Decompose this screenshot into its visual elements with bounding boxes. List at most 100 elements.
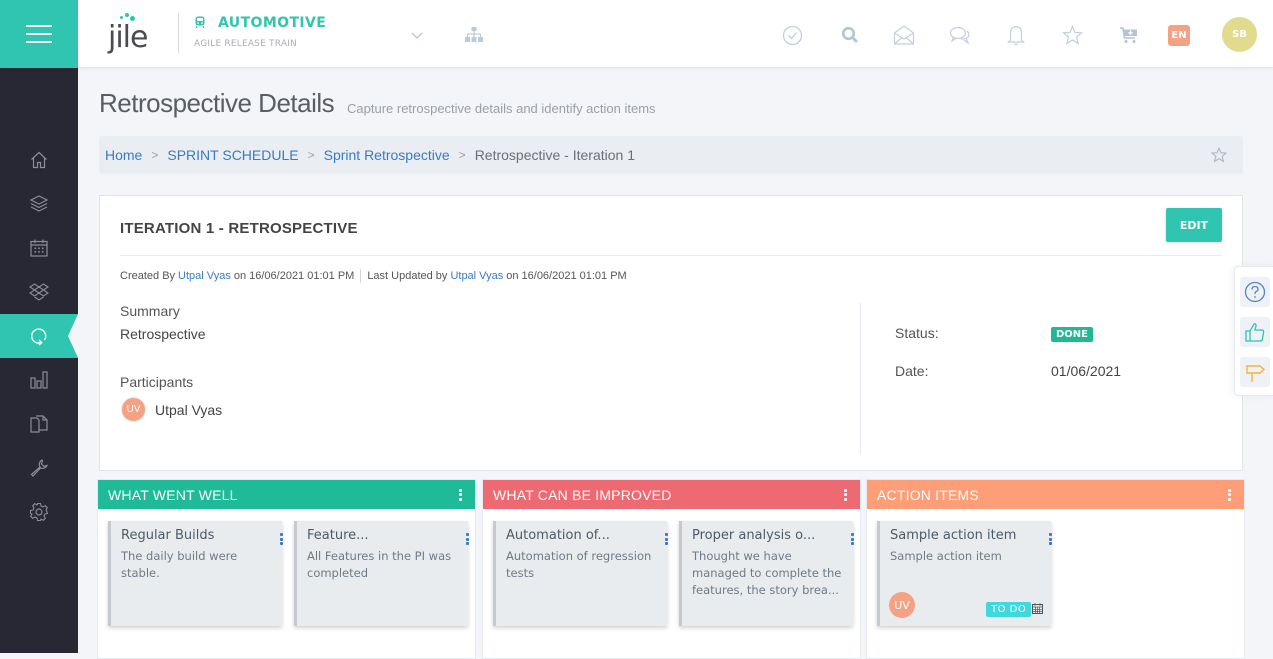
sidebar [0,68,78,653]
sidebar-item-retrospective[interactable] [0,314,78,358]
sidebar-item-layers[interactable] [0,182,78,226]
updated-on: on 16/06/2021 01:01 PM [506,270,627,282]
top-bar: jile AUTOMOTIVE AGILE RELEASE TRAIN EN S… [0,0,1273,68]
train-icon [195,16,205,28]
assignee-avatar[interactable]: UV [889,592,915,618]
note-body: The daily build were stable. [121,549,238,580]
retro-note[interactable]: Regular Builds The daily build were stab… [108,521,283,626]
sidebar-item-tools[interactable] [0,446,78,490]
breadcrumb-separator: > [151,148,159,162]
retrospective-title: ITERATION 1 - RETROSPECTIVE [120,220,358,237]
thumbs-up-icon [1245,323,1265,342]
breadcrumb-sprint-schedule[interactable]: SPRINT SCHEDULE [167,147,298,163]
bar-chart-icon [30,371,48,389]
participants-label: Participants [120,374,194,390]
refresh-cycle-icon [31,328,47,346]
sidebar-item-home[interactable] [0,138,78,182]
check-circle-icon[interactable] [781,24,803,46]
project-name[interactable]: AUTOMOTIVE [218,15,326,31]
participant-name: Utpal Vyas [155,401,223,418]
chevron-down-icon[interactable] [411,30,423,40]
menu-toggle-button[interactable] [0,0,78,68]
column-what-went-well: WHAT WENT WELL Regular Builds The daily … [97,479,476,659]
column-header: WHAT CAN BE IMPROVED [483,480,860,509]
column-header: WHAT WENT WELL [98,480,475,509]
note-menu-icon[interactable] [1045,532,1055,546]
audit-info: Created By Utpal Vyas on 16/06/2021 01:0… [120,269,627,283]
date-label: Date: [895,363,929,379]
summary-label: Summary [120,303,180,319]
retro-note[interactable]: Proper analysis o... Thought we have man… [679,521,854,626]
hierarchy-icon[interactable] [464,26,484,44]
breadcrumb-home[interactable]: Home [105,147,142,163]
column-menu-icon[interactable] [1224,488,1234,502]
help-icon [1244,281,1266,303]
participant-avatar: UV [121,397,146,422]
updated-by-label: Last Updated by [367,270,448,282]
note-body: Sample action item [890,549,1002,563]
date-value: 01/06/2021 [1051,363,1122,379]
project-subtitle: AGILE RELEASE TRAIN [194,39,297,49]
note-menu-icon[interactable] [847,532,857,546]
help-button[interactable] [1240,277,1270,307]
cart-icon[interactable] [1118,24,1140,46]
search-icon[interactable] [839,24,861,46]
page-title: Retrospective Details [99,88,335,118]
column-header: ACTION ITEMS [867,480,1244,509]
sidebar-item-documents[interactable] [0,402,78,446]
vertical-divider [860,303,861,455]
user-avatar[interactable]: SB [1222,17,1257,52]
logo-divider [178,13,179,53]
page-subtitle: Capture retrospective details and identi… [347,101,656,116]
calendar-icon[interactable] [1032,603,1043,614]
column-title: ACTION ITEMS [877,486,979,503]
created-by-user-link[interactable]: Utpal Vyas [178,270,231,282]
breadcrumb-sprint-retrospective[interactable]: Sprint Retrospective [324,147,450,163]
updated-by-user-link[interactable]: Utpal Vyas [450,270,503,282]
note-menu-icon[interactable] [276,532,286,546]
note-title: Sample action item [890,528,1017,543]
breadcrumb-separator: > [458,148,466,162]
note-title: Proper analysis o... [692,528,816,543]
feedback-button[interactable] [1240,317,1270,347]
jile-logo[interactable]: jile [106,12,162,56]
star-icon[interactable] [1061,24,1083,46]
guide-button[interactable] [1240,357,1270,387]
breadcrumb: Home > SPRINT SCHEDULE > Sprint Retrospe… [99,136,1243,174]
column-title: WHAT CAN BE IMPROVED [493,486,672,503]
status-badge: DONE [1051,327,1094,342]
layers-icon [29,195,49,212]
note-body: Automation of regression tests [506,549,652,580]
bell-icon[interactable] [1005,24,1027,46]
wrench-icon [30,459,49,477]
home-icon [31,151,47,169]
column-menu-icon[interactable] [840,488,850,502]
note-menu-icon[interactable] [661,532,671,546]
column-action-items: ACTION ITEMS Sample action item Sample a… [866,479,1245,659]
sidebar-item-settings[interactable] [0,490,78,534]
language-badge[interactable]: EN [1168,25,1190,46]
note-menu-icon[interactable] [462,532,472,546]
status-label: Status: [895,325,939,341]
gear-icon [29,502,49,522]
sidebar-item-calendar[interactable] [0,226,78,270]
logo-dot [120,16,123,19]
documents-icon [30,415,48,433]
favorite-star-icon[interactable] [1211,147,1227,163]
note-body: All Features in the PI was completed [307,549,452,580]
sidebar-item-reports[interactable] [0,358,78,402]
breadcrumb-current: Retrospective - Iteration 1 [474,147,635,163]
summary-value: Retrospective [120,326,206,342]
floating-help-panel [1234,266,1273,396]
note-title: Automation of... [506,528,610,543]
sidebar-item-boxes[interactable] [0,270,78,314]
logo-text: jile [108,20,148,55]
edit-button[interactable]: EDIT [1166,208,1222,242]
mail-open-icon[interactable] [893,24,915,46]
retro-note[interactable]: Automation of... Automation of regressio… [493,521,668,626]
retro-note[interactable]: Feature... All Features in the PI was co… [294,521,469,626]
action-item-note[interactable]: Sample action item Sample action item UV… [877,521,1052,626]
column-menu-icon[interactable] [455,488,465,502]
chat-icon[interactable] [949,24,971,46]
note-title: Regular Builds [121,528,215,543]
